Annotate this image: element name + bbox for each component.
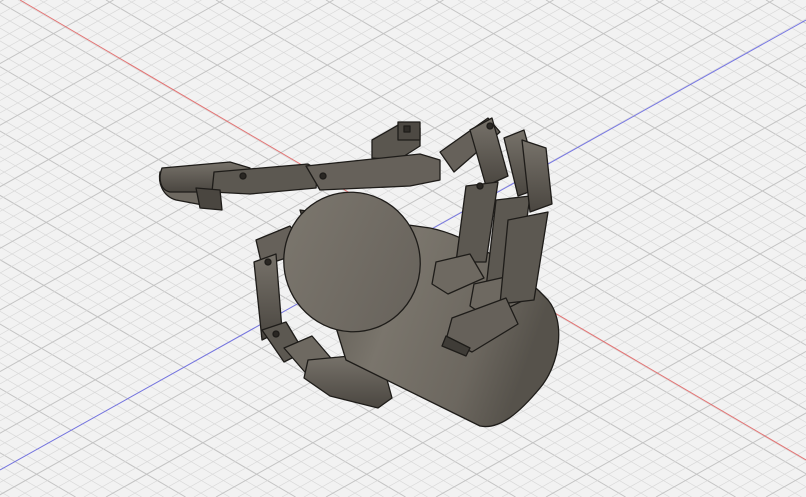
grid-line [0,0,268,151]
grid-line [523,338,806,497]
grid-line [0,387,186,497]
grid-line [589,375,806,497]
grid-line [721,449,806,497]
viewport-canvas[interactable] [0,0,806,497]
grid-line [743,0,806,37]
grid-line [0,478,32,497]
grid-line [787,0,806,11]
grid-line [0,465,54,497]
grid-line [0,349,252,497]
3d-viewport[interactable] [0,0,806,497]
grid-line [787,486,806,497]
index-finger[interactable] [158,153,441,211]
grid-line [721,0,806,50]
grid-line [0,490,10,497]
grid-line [0,452,76,497]
grid-line [589,0,806,127]
grid-line [743,461,806,497]
grid-line [523,0,806,166]
